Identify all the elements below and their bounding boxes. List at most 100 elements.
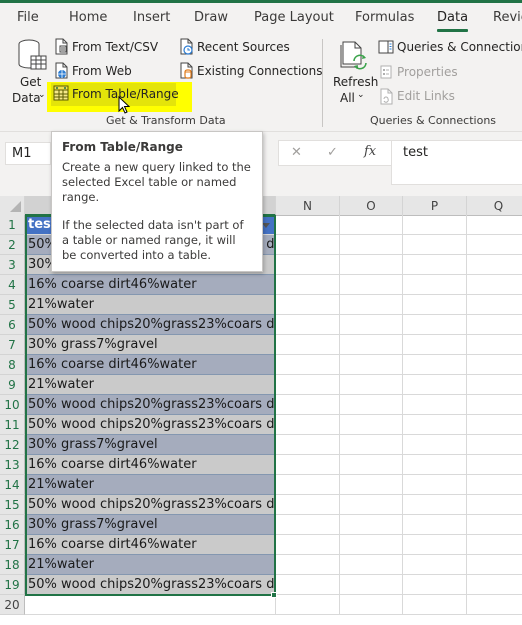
cell[interactable] bbox=[467, 495, 522, 515]
cell[interactable] bbox=[276, 295, 340, 315]
tab-home[interactable]: Home bbox=[69, 10, 107, 25]
cell[interactable] bbox=[340, 355, 403, 375]
cell[interactable] bbox=[276, 495, 340, 515]
cell[interactable] bbox=[403, 595, 467, 615]
cancel-icon[interactable]: ✕ bbox=[291, 145, 302, 160]
cell[interactable] bbox=[403, 535, 467, 555]
tab-draw[interactable]: Draw bbox=[194, 10, 228, 25]
cell[interactable] bbox=[403, 255, 467, 275]
table-cell[interactable]: 16% coarse dirt46%water bbox=[25, 455, 276, 475]
table-cell[interactable]: 21%water bbox=[25, 295, 276, 315]
tab-review[interactable]: Revie bbox=[493, 10, 522, 25]
fill-handle[interactable] bbox=[271, 592, 277, 598]
cell[interactable] bbox=[467, 275, 522, 295]
row-header[interactable]: 1 bbox=[0, 215, 25, 235]
cell[interactable] bbox=[403, 375, 467, 395]
cell[interactable] bbox=[467, 215, 522, 235]
cell[interactable] bbox=[467, 355, 522, 375]
row-header[interactable]: 10 bbox=[0, 395, 25, 415]
tab-insert[interactable]: Insert bbox=[133, 10, 170, 25]
row-header[interactable]: 8 bbox=[0, 355, 25, 375]
select-all-button[interactable] bbox=[0, 196, 25, 216]
cell[interactable] bbox=[467, 235, 522, 255]
cell[interactable] bbox=[467, 415, 522, 435]
table-cell[interactable]: 50% wood chips20%grass23%coars dirt bbox=[25, 395, 276, 415]
table-cell[interactable]: 21%water bbox=[25, 475, 276, 495]
cell[interactable] bbox=[467, 395, 522, 415]
cell[interactable] bbox=[340, 335, 403, 355]
filter-dropdown-icon[interactable] bbox=[262, 223, 270, 228]
cell[interactable] bbox=[340, 515, 403, 535]
cell[interactable] bbox=[403, 215, 467, 235]
tab-formulas[interactable]: Formulas bbox=[355, 10, 414, 25]
cell[interactable] bbox=[340, 255, 403, 275]
row-header[interactable]: 3 bbox=[0, 255, 25, 275]
row-header[interactable]: 18 bbox=[0, 555, 25, 575]
row-header[interactable]: 12 bbox=[0, 435, 25, 455]
cell[interactable] bbox=[467, 375, 522, 395]
cell[interactable] bbox=[340, 315, 403, 335]
row-header[interactable]: 2 bbox=[0, 235, 25, 255]
tab-data[interactable]: Data bbox=[437, 10, 469, 32]
cell[interactable] bbox=[467, 255, 522, 275]
cell[interactable] bbox=[467, 595, 522, 615]
cell[interactable] bbox=[467, 455, 522, 475]
cell[interactable] bbox=[403, 435, 467, 455]
cell[interactable] bbox=[467, 315, 522, 335]
cell[interactable] bbox=[340, 295, 403, 315]
enter-icon[interactable]: ✓ bbox=[327, 145, 338, 160]
cell[interactable] bbox=[276, 275, 340, 295]
tab-file[interactable]: File bbox=[17, 10, 39, 25]
cell[interactable] bbox=[467, 475, 522, 495]
cell[interactable] bbox=[467, 335, 522, 355]
cell[interactable] bbox=[276, 515, 340, 535]
cell[interactable] bbox=[467, 575, 522, 595]
cell[interactable] bbox=[403, 515, 467, 535]
table-cell[interactable]: 16% coarse dirt46%water bbox=[25, 275, 276, 295]
cell[interactable] bbox=[340, 275, 403, 295]
row-header[interactable]: 14 bbox=[0, 475, 25, 495]
cell[interactable] bbox=[340, 435, 403, 455]
table-cell[interactable]: 16% coarse dirt46%water bbox=[25, 355, 276, 375]
table-cell[interactable]: 16% coarse dirt46%water bbox=[25, 535, 276, 555]
cell[interactable] bbox=[340, 555, 403, 575]
cell[interactable] bbox=[467, 295, 522, 315]
cell[interactable] bbox=[403, 455, 467, 475]
cell[interactable] bbox=[403, 395, 467, 415]
cell[interactable] bbox=[276, 375, 340, 395]
cell[interactable] bbox=[403, 555, 467, 575]
cell[interactable] bbox=[276, 595, 340, 615]
name-box[interactable]: M1 bbox=[5, 142, 51, 165]
cell[interactable] bbox=[340, 235, 403, 255]
column-header-o[interactable]: O bbox=[340, 196, 403, 216]
cell[interactable] bbox=[340, 495, 403, 515]
cell[interactable] bbox=[403, 335, 467, 355]
cell[interactable] bbox=[276, 335, 340, 355]
cell[interactable] bbox=[403, 575, 467, 595]
table-cell[interactable]: 50% wood chips20%grass23%coars dirt bbox=[25, 495, 276, 515]
cell[interactable] bbox=[340, 395, 403, 415]
cell[interactable] bbox=[276, 315, 340, 335]
row-header[interactable]: 16 bbox=[0, 515, 25, 535]
row-header[interactable]: 13 bbox=[0, 455, 25, 475]
insert-function-icon[interactable]: fx bbox=[364, 144, 376, 159]
table-cell[interactable]: 30% grass7%gravel bbox=[25, 335, 276, 355]
column-header-n[interactable]: N bbox=[276, 196, 340, 216]
cell[interactable] bbox=[340, 415, 403, 435]
column-header-p[interactable]: P bbox=[403, 196, 467, 216]
cell[interactable] bbox=[403, 275, 467, 295]
formula-input[interactable]: test bbox=[391, 140, 522, 185]
table-cell[interactable]: 50% wood chips20%grass23%coars dirt bbox=[25, 575, 276, 595]
cell[interactable] bbox=[403, 475, 467, 495]
row-header[interactable]: 15 bbox=[0, 495, 25, 515]
row-header[interactable]: 4 bbox=[0, 275, 25, 295]
cell[interactable] bbox=[340, 595, 403, 615]
cell[interactable] bbox=[467, 535, 522, 555]
table-cell[interactable]: 30% grass7%gravel bbox=[25, 515, 276, 535]
cell[interactable] bbox=[403, 495, 467, 515]
row-header[interactable]: 5 bbox=[0, 295, 25, 315]
cell[interactable] bbox=[276, 575, 340, 595]
table-cell[interactable]: 21%water bbox=[25, 555, 276, 575]
cell[interactable] bbox=[276, 215, 340, 235]
cell[interactable] bbox=[276, 415, 340, 435]
